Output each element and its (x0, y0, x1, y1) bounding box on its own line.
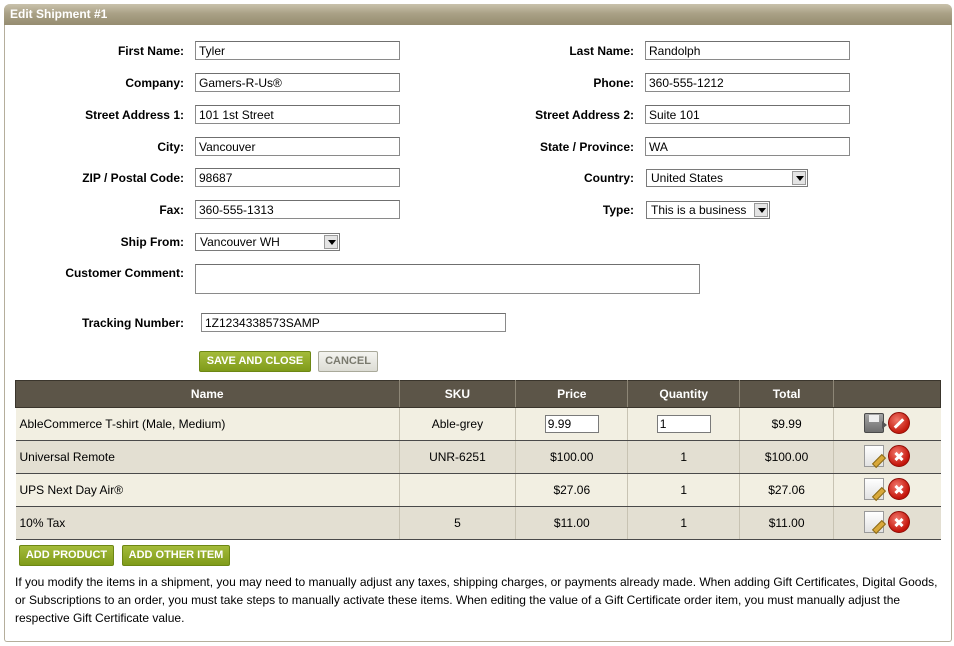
column-header-actions (833, 380, 941, 408)
table-row: AbleCommerce T-shirt (Male, Medium) Able… (15, 407, 941, 441)
save-and-close-button[interactable]: SAVE AND CLOSE (199, 351, 311, 372)
item-name: UPS Next Day Air® (15, 473, 400, 507)
chevron-down-icon (754, 203, 768, 217)
ship-from-value: Vancouver WH (200, 235, 280, 249)
tracking-number-field[interactable] (201, 313, 506, 332)
customer-comment-label: Customer Comment: (65, 266, 184, 280)
save-icon[interactable] (864, 413, 888, 433)
item-quantity: 1 (627, 440, 741, 474)
item-sku (399, 473, 517, 507)
country-label: Country: (584, 171, 634, 185)
last-name-label: Last Name: (569, 44, 634, 58)
ship-from-label: Ship From: (120, 235, 184, 249)
item-sku: Able-grey (399, 407, 517, 441)
item-price: $100.00 (515, 440, 629, 474)
item-quantity: 1 (627, 473, 741, 507)
type-value: This is a business (651, 203, 747, 217)
column-header-total: Total (739, 380, 835, 408)
tracking-number-label: Tracking Number: (81, 316, 184, 330)
panel-title: Edit Shipment #1 (4, 4, 952, 25)
cancel-button[interactable]: CANCEL (318, 351, 378, 372)
first-name-label: First Name: (117, 44, 184, 58)
state-label: State / Province: (539, 140, 634, 154)
add-product-button[interactable]: ADD PRODUCT (19, 545, 114, 566)
item-name: AbleCommerce T-shirt (Male, Medium) (15, 407, 400, 441)
street-address-1-field[interactable] (195, 105, 400, 124)
chevron-down-icon (792, 171, 806, 185)
city-label: City: (157, 140, 184, 154)
item-total: $27.06 (739, 473, 835, 507)
fax-field[interactable] (195, 200, 400, 219)
delete-icon[interactable] (888, 477, 911, 500)
type-select[interactable]: This is a business (646, 201, 770, 219)
state-field[interactable] (645, 137, 850, 156)
edit-icon[interactable] (864, 477, 885, 500)
item-name: Universal Remote (15, 440, 400, 474)
company-field[interactable] (195, 73, 400, 92)
column-header-quantity: Quantity (627, 380, 741, 408)
delete-icon[interactable] (888, 510, 911, 533)
price-input[interactable] (544, 415, 599, 433)
type-label: Type: (602, 203, 634, 217)
customer-comment-field[interactable] (195, 264, 700, 294)
city-field[interactable] (195, 137, 400, 156)
ship-from-select[interactable]: Vancouver WH (195, 233, 340, 251)
last-name-field[interactable] (645, 41, 850, 60)
table-row: Universal Remote UNR-6251 $100.00 1 $100… (15, 440, 941, 474)
phone-field[interactable] (645, 73, 850, 92)
item-total: $100.00 (739, 440, 835, 474)
item-name: 10% Tax (15, 506, 400, 540)
shipment-edit-note: If you modify the items in a shipment, y… (15, 575, 938, 625)
add-other-item-button[interactable]: ADD OTHER ITEM (122, 545, 230, 566)
column-header-sku: SKU (398, 380, 517, 408)
street-address-1-label: Street Address 1: (85, 108, 184, 122)
item-total: $9.99 (739, 407, 835, 441)
country-select[interactable]: United States (646, 169, 808, 187)
table-row: UPS Next Day Air® $27.06 1 $27.06 (15, 473, 941, 507)
first-name-field[interactable] (195, 41, 400, 60)
item-quantity: 1 (627, 506, 741, 540)
street-address-2-field[interactable] (645, 105, 850, 124)
cancel-edit-icon[interactable] (888, 412, 911, 434)
edit-icon[interactable] (864, 444, 885, 467)
item-price: $27.06 (515, 473, 629, 507)
edit-icon[interactable] (864, 510, 885, 533)
fax-label: Fax: (159, 203, 184, 217)
table-header-row: Name SKU Price Quantity Total (15, 380, 941, 408)
zip-field[interactable] (195, 168, 400, 187)
column-header-name: Name (15, 380, 400, 408)
quantity-input[interactable] (656, 415, 711, 433)
table-row: 10% Tax 5 $11.00 1 $11.00 (15, 506, 941, 540)
delete-icon[interactable] (888, 444, 911, 467)
phone-label: Phone: (593, 76, 634, 90)
company-label: Company: (125, 76, 184, 90)
street-address-2-label: Street Address 2: (535, 108, 634, 122)
item-sku: UNR-6251 (399, 440, 517, 474)
zip-label: ZIP / Postal Code: (82, 171, 184, 185)
column-header-price: Price (515, 380, 629, 408)
item-total: $11.00 (739, 506, 835, 540)
item-price: $11.00 (515, 506, 629, 540)
country-value: United States (651, 171, 724, 185)
shipment-items-table: Name SKU Price Quantity Total AbleCommer… (15, 380, 941, 540)
chevron-down-icon (324, 235, 338, 249)
item-sku: 5 (399, 506, 517, 540)
